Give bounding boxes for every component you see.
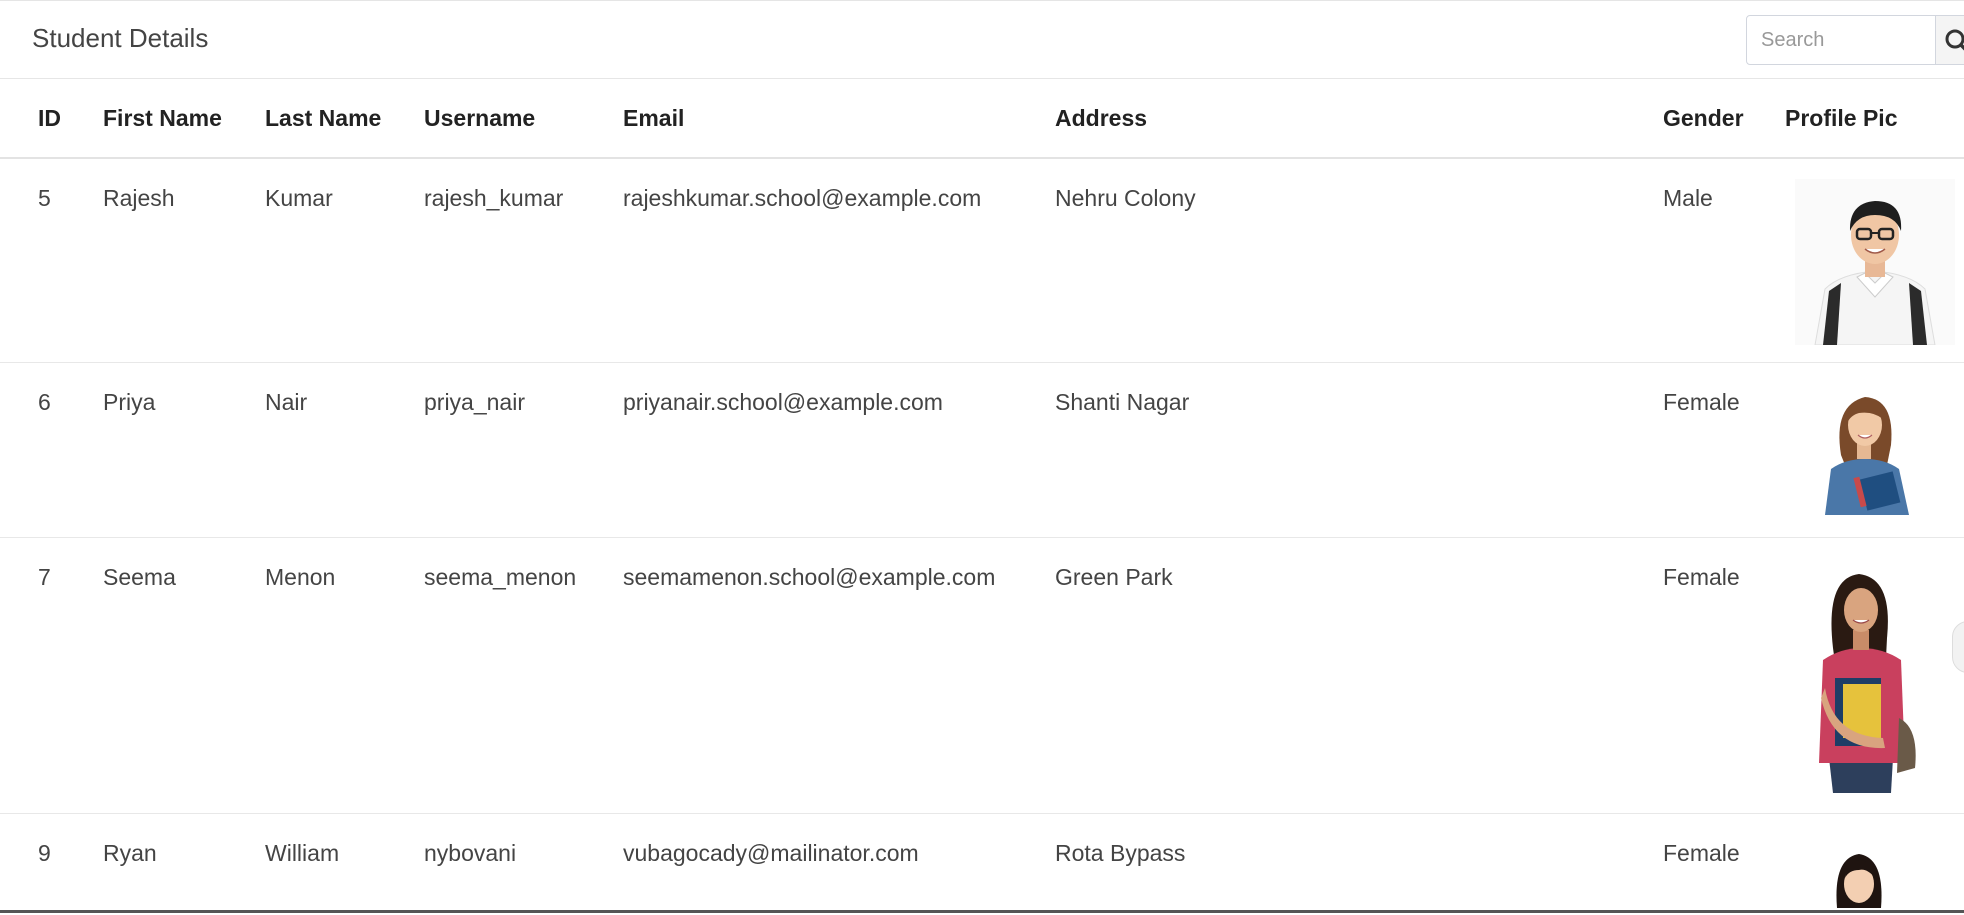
column-header-email[interactable]: Email [623,79,1055,159]
cell-profile-pic [1785,362,1964,538]
cell-profile-pic [1785,158,1964,363]
cell-gender: Male [1663,158,1785,363]
cell-first-name: Rajesh [103,158,265,363]
table-row[interactable]: 7 Seema Menon seema_menon seemamenon.sch… [0,537,1964,814]
window-bottom-edge [0,910,1964,913]
search-button[interactable] [1936,15,1964,65]
female-student-denim-photo [1813,384,1923,515]
column-header-last-name[interactable]: Last Name [265,79,424,159]
cell-first-name: Ryan [103,813,265,913]
table-header-row: ID First Name Last Name Username Email A… [0,79,1964,159]
cell-email: rajeshkumar.school@example.com [623,158,1055,363]
students-table: ID First Name Last Name Username Email A… [0,79,1964,913]
panel-header: Student Details [0,1,1964,79]
column-header-id[interactable]: ID [0,79,103,159]
cell-email: priyanair.school@example.com [623,362,1055,538]
male-student-glasses-photo [1795,179,1955,345]
cell-first-name: Priya [103,362,265,538]
cell-address: Green Park [1055,537,1663,814]
cell-last-name: Menon [265,537,424,814]
female-student-books-photo [1803,567,1919,793]
cell-id: 6 [0,362,103,538]
scroll-handle[interactable] [1952,621,1964,673]
cell-email: vubagocady@mailinator.com [623,813,1055,913]
cell-first-name: Seema [103,537,265,814]
search-group [1746,15,1964,65]
avatar[interactable] [1813,384,1923,515]
column-header-username[interactable]: Username [424,79,623,159]
cell-last-name: Kumar [265,158,424,363]
cell-last-name: William [265,813,424,913]
student-details-panel: Student Details ID First Nam [0,0,1964,913]
cell-id: 5 [0,158,103,363]
search-icon [1945,29,1964,51]
cell-username: nybovani [424,813,623,913]
cell-email: seemamenon.school@example.com [623,537,1055,814]
table-row[interactable]: 6 Priya Nair priya_nair priyanair.school… [0,362,1964,538]
cell-address: Rota Bypass [1055,813,1663,913]
column-header-address[interactable]: Address [1055,79,1663,159]
female-student-portrait-photo [1819,847,1899,908]
cell-profile-pic [1785,537,1964,814]
cell-last-name: Nair [265,362,424,538]
cell-id: 9 [0,813,103,913]
column-header-profile-pic[interactable]: Profile Pic [1785,79,1964,159]
avatar[interactable] [1803,567,1919,793]
avatar[interactable] [1795,179,1955,345]
avatar[interactable] [1819,847,1899,908]
column-header-first-name[interactable]: First Name [103,79,265,159]
cell-gender: Female [1663,362,1785,538]
cell-address: Nehru Colony [1055,158,1663,363]
cell-gender: Female [1663,537,1785,814]
cell-username: rajesh_kumar [424,158,623,363]
table-row[interactable]: 9 Ryan William nybovani vubagocady@maili… [0,813,1964,913]
cell-gender: Female [1663,813,1785,913]
cell-username: seema_menon [424,537,623,814]
cell-profile-pic [1785,813,1964,913]
search-input[interactable] [1746,15,1936,65]
cell-address: Shanti Nagar [1055,362,1663,538]
cell-username: priya_nair [424,362,623,538]
column-header-gender[interactable]: Gender [1663,79,1785,159]
table-row[interactable]: 5 Rajesh Kumar rajesh_kumar rajeshkumar.… [0,158,1964,363]
cell-id: 7 [0,537,103,814]
page-title: Student Details [32,23,209,53]
